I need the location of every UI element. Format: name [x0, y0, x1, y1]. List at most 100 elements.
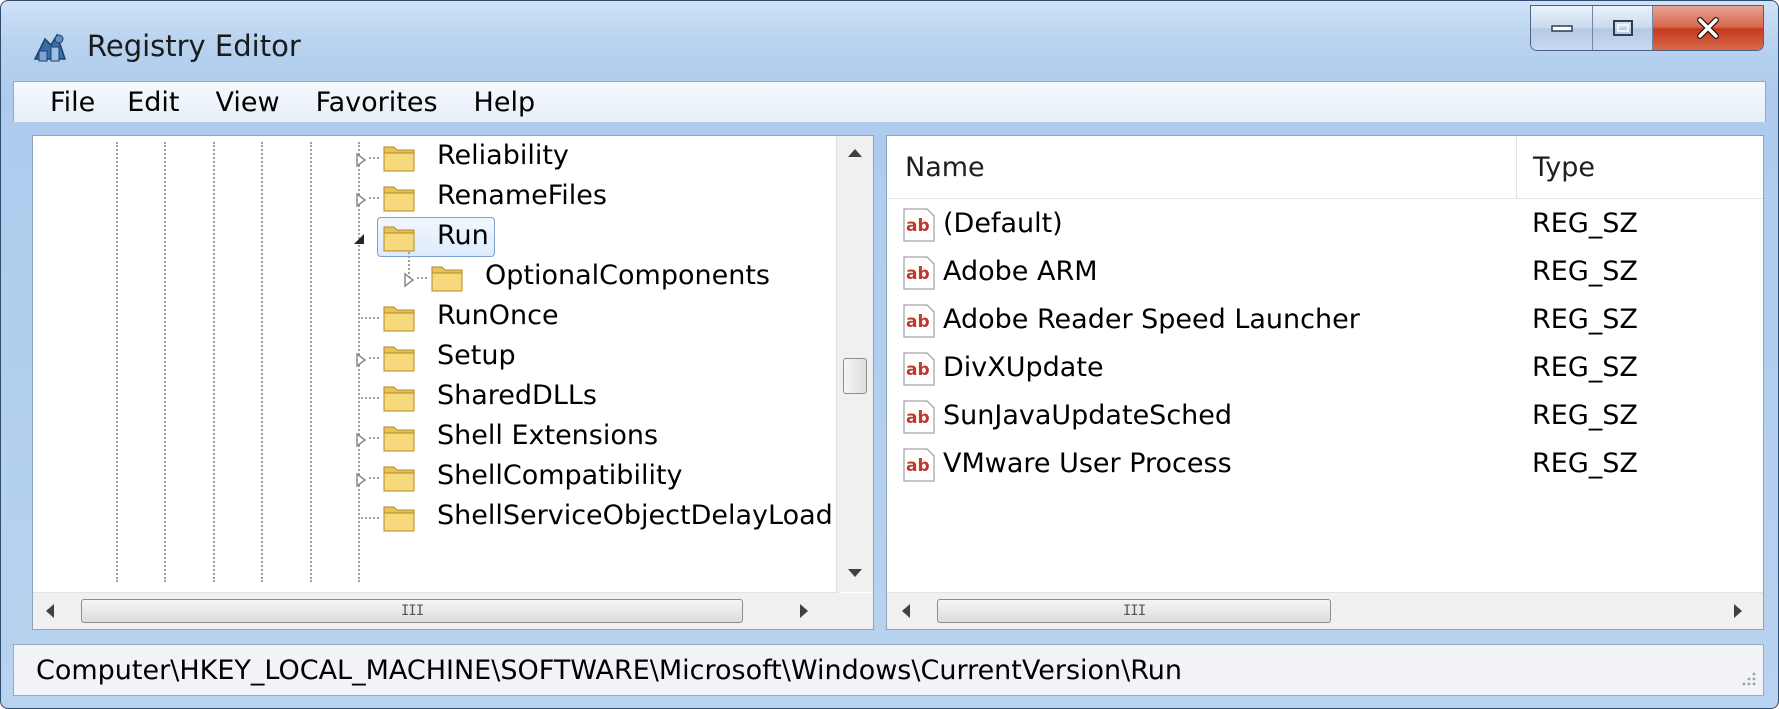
list-item[interactable]: ab VMware User Process REG_SZ: [887, 442, 1763, 486]
menu-edit[interactable]: Edit: [109, 87, 197, 118]
expand-arrow-icon[interactable]: [400, 271, 418, 289]
tree-node-label: RunOnce: [437, 300, 559, 331]
tree-node-setup[interactable]: Setup: [33, 336, 833, 378]
column-header-label: Name: [905, 152, 985, 183]
close-icon: [1697, 17, 1719, 39]
value-name: Adobe Reader Speed Launcher: [943, 304, 1360, 335]
menu-bar: File Edit View Favorites Help: [13, 81, 1766, 122]
string-value-icon: ab: [903, 304, 935, 338]
value-name: Adobe ARM: [943, 256, 1098, 287]
tree-node-shellserviceobjectdelayload[interactable]: ShellServiceObjectDelayLoad: [33, 496, 833, 538]
tree-node-renamefiles[interactable]: RenameFiles: [33, 176, 833, 218]
value-type: REG_SZ: [1532, 256, 1638, 287]
value-name: SunJavaUpdateSched: [943, 400, 1233, 431]
folder-icon: [383, 226, 415, 252]
scroll-right-arrow-icon[interactable]: [1733, 603, 1743, 619]
scroll-right-arrow-icon[interactable]: [799, 603, 809, 619]
tree-node-label: RenameFiles: [437, 180, 607, 211]
scroll-down-arrow-icon[interactable]: [847, 568, 863, 578]
close-button[interactable]: [1653, 6, 1763, 50]
menu-favorites[interactable]: Favorites: [298, 87, 456, 118]
folder-icon: [383, 306, 415, 332]
value-type: REG_SZ: [1532, 448, 1638, 479]
value-type: REG_SZ: [1532, 400, 1638, 431]
tree-node-reliability[interactable]: Reliability: [33, 136, 833, 178]
window-title: Registry Editor: [87, 29, 301, 63]
svg-text:ab: ab: [906, 456, 930, 476]
svg-text:ab: ab: [906, 408, 930, 428]
scroll-grip: III: [400, 603, 424, 619]
tree-node-runonce[interactable]: RunOnce: [33, 296, 833, 338]
list-item[interactable]: ab (Default) REG_SZ: [887, 202, 1763, 246]
list-horizontal-scroll-thumb[interactable]: III: [937, 599, 1331, 623]
caption-buttons: [1530, 5, 1764, 51]
key-tree-pane[interactable]: Reliability RenameFiles Run OptionalComp…: [32, 135, 874, 630]
svg-text:ab: ab: [906, 216, 930, 236]
tree-node-shellcompatibility[interactable]: ShellCompatibility: [33, 456, 833, 498]
value-name: (Default): [943, 208, 1063, 239]
column-header-label: Type: [1533, 152, 1596, 183]
tree-node-label: Reliability: [437, 140, 569, 171]
tree-vertical-scroll-thumb[interactable]: [843, 358, 867, 394]
value-name: DivXUpdate: [943, 352, 1104, 383]
tree-node-shareddlls[interactable]: SharedDLLs: [33, 376, 833, 418]
value-type: REG_SZ: [1532, 352, 1638, 383]
tree-horizontal-scroll-thumb[interactable]: III: [81, 599, 743, 623]
folder-icon: [383, 186, 415, 212]
title-bar[interactable]: Registry Editor: [1, 1, 1778, 81]
list-item[interactable]: ab Adobe Reader Speed Launcher REG_SZ: [887, 298, 1763, 342]
expand-arrow-icon[interactable]: [352, 351, 370, 369]
column-header-type[interactable]: Type: [1517, 136, 1763, 199]
registry-editor-window: Registry Editor File Edit View Favorites…: [0, 0, 1779, 709]
minimize-icon: [1550, 25, 1573, 32]
scroll-corner: [837, 593, 873, 629]
folder-icon: [383, 386, 415, 412]
folder-icon: [383, 146, 415, 172]
menu-file[interactable]: File: [14, 87, 109, 118]
string-value-icon: ab: [903, 400, 935, 434]
tree-node-label: ShellServiceObjectDelayLoad: [437, 500, 833, 531]
value-list-pane[interactable]: Name Type ab (Default) REG_SZ ab Adobe A…: [886, 135, 1764, 630]
expand-arrow-icon[interactable]: [352, 191, 370, 209]
folder-icon: [383, 346, 415, 372]
tree-node-label: SharedDLLs: [437, 380, 597, 411]
tree-horizontal-scrollbar[interactable]: III: [33, 592, 839, 629]
svg-text:ab: ab: [906, 264, 930, 284]
value-name: VMware User Process: [943, 448, 1232, 479]
string-value-icon: ab: [903, 448, 935, 482]
list-item[interactable]: ab DivXUpdate REG_SZ: [887, 346, 1763, 390]
status-bar: Computer\HKEY_LOCAL_MACHINE\SOFTWARE\Mic…: [13, 644, 1764, 696]
resize-grip-icon[interactable]: [1737, 669, 1757, 689]
maximize-button[interactable]: [1593, 6, 1653, 50]
menu-help[interactable]: Help: [456, 87, 554, 118]
scroll-up-arrow-icon[interactable]: [847, 148, 863, 158]
maximize-icon: [1612, 20, 1633, 36]
value-type: REG_SZ: [1532, 208, 1638, 239]
scroll-left-arrow-icon[interactable]: [901, 603, 911, 619]
tree-node-run[interactable]: Run: [33, 216, 833, 258]
column-header-name[interactable]: Name: [887, 136, 1525, 199]
folder-icon: [383, 506, 415, 532]
scroll-left-arrow-icon[interactable]: [45, 603, 55, 619]
list-item[interactable]: ab Adobe ARM REG_SZ: [887, 250, 1763, 294]
expand-arrow-icon[interactable]: [352, 151, 370, 169]
tree-node-label: Shell Extensions: [437, 420, 659, 451]
list-horizontal-scrollbar[interactable]: III: [887, 592, 1763, 629]
folder-icon: [431, 266, 463, 292]
string-value-icon: ab: [903, 256, 935, 290]
collapse-arrow-icon[interactable]: [350, 230, 368, 248]
expand-arrow-icon[interactable]: [352, 471, 370, 489]
tree-node-shell-extensions[interactable]: Shell Extensions: [33, 416, 833, 458]
tree-vertical-scrollbar[interactable]: [836, 136, 873, 592]
value-type: REG_SZ: [1532, 304, 1638, 335]
menu-view[interactable]: View: [197, 87, 297, 118]
minimize-button[interactable]: [1531, 6, 1593, 50]
list-item[interactable]: ab SunJavaUpdateSched REG_SZ: [887, 394, 1763, 438]
tree-node-optionalcomponents[interactable]: OptionalComponents: [33, 252, 833, 298]
folder-icon: [383, 426, 415, 452]
expand-arrow-icon[interactable]: [352, 431, 370, 449]
scroll-grip: III: [1122, 603, 1146, 619]
tree-node-label: ShellCompatibility: [437, 460, 683, 491]
folder-icon: [383, 466, 415, 492]
tree-node-label: Setup: [437, 340, 516, 371]
